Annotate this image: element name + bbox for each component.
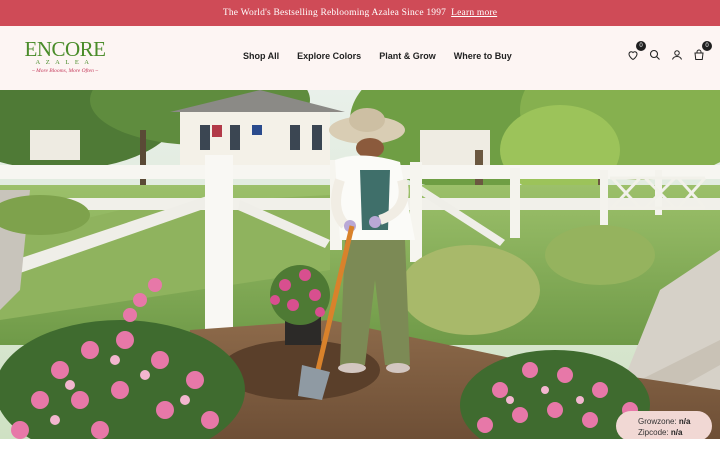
- growzone-label: Growzone:: [638, 417, 677, 426]
- announcement-text: The World's Bestselling Reblooming Azale…: [222, 8, 447, 18]
- search-button[interactable]: [647, 47, 662, 62]
- main-nav: Shop All Explore Colors Plant & Grow Whe…: [243, 51, 512, 61]
- header-icons: 0 0: [625, 41, 712, 62]
- site-header: ENCORE AZALEA ~ More Blooms, More Often …: [0, 26, 720, 90]
- encore-azalea-logo[interactable]: ENCORE AZALEA ~ More Blooms, More Often …: [22, 38, 108, 78]
- nav-explore-colors[interactable]: Explore Colors: [297, 51, 361, 61]
- logo-tagline: ~ More Blooms, More Often ~: [31, 68, 99, 74]
- growzone-value: n/a: [678, 417, 691, 426]
- learn-more-link[interactable]: Learn more: [451, 8, 497, 18]
- logo-wordmark: ENCORE: [24, 37, 107, 61]
- search-icon: [649, 49, 660, 60]
- zipcode-value: n/a: [670, 428, 683, 437]
- nav-shop-all[interactable]: Shop All: [243, 51, 279, 61]
- cart-count-badge: 0: [702, 41, 712, 51]
- announcement-bar: The World's Bestselling Reblooming Azale…: [0, 0, 720, 26]
- page-bottom-strip: [0, 439, 720, 450]
- nav-where-to-buy[interactable]: Where to Buy: [454, 51, 512, 61]
- heart-icon: [627, 50, 638, 60]
- hero-image: [0, 90, 720, 439]
- wishlist-button[interactable]: 0: [625, 41, 646, 62]
- account-button[interactable]: [669, 47, 684, 62]
- growzone-line: Growzone: n/a: [638, 416, 712, 427]
- cart-button[interactable]: 0: [691, 41, 712, 62]
- cart-icon: [693, 49, 704, 60]
- wishlist-count-badge: 0: [636, 41, 646, 51]
- growzone-widget[interactable]: Growzone: n/a Zipcode: n/a: [616, 411, 712, 441]
- zipcode-line: Zipcode: n/a: [638, 427, 712, 438]
- zipcode-label: Zipcode:: [638, 428, 669, 437]
- gardening-scene-illustration: [0, 90, 720, 439]
- nav-plant-grow[interactable]: Plant & Grow: [379, 51, 436, 61]
- user-icon: [671, 49, 682, 60]
- logo-subname: AZALEA: [35, 59, 95, 66]
